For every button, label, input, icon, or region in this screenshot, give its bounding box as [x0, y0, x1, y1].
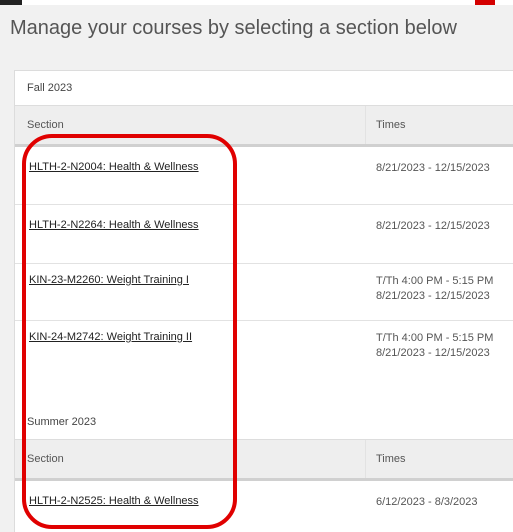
section-link[interactable]: KIN-23-M2260: Weight Training I	[29, 274, 189, 286]
section-link[interactable]: HLTH-2-N2264: Health & Wellness	[29, 219, 199, 231]
page-title: Manage your courses by selecting a secti…	[10, 17, 457, 39]
courses-panel: Fall 2023 Section Times HLTH-2-N2004: He…	[14, 70, 513, 532]
section-times: 8/21/2023 - 12/15/2023	[376, 161, 490, 176]
time-line: T/Th 4:00 PM - 5:15 PM	[376, 275, 494, 287]
term-summer-2023: Summer 2023 Section Times HLTH-2-N2525: …	[15, 405, 513, 532]
term-fall-2023: Fall 2023 Section Times HLTH-2-N2004: He…	[15, 71, 513, 377]
date-line: 8/21/2023 - 12/15/2023	[376, 290, 490, 302]
time-line: T/Th 4:00 PM - 5:15 PM	[376, 332, 494, 344]
table-header: Section Times	[15, 439, 513, 481]
table-row: KIN-23-M2260: Weight Training I T/Th 4:0…	[15, 264, 513, 321]
section-link[interactable]: KIN-24-M2742: Weight Training II	[29, 331, 192, 343]
column-header-section: Section	[27, 119, 64, 131]
section-times: T/Th 4:00 PM - 5:15 PM 8/21/2023 - 12/15…	[376, 274, 493, 304]
top-bar-dark-block	[0, 0, 22, 5]
term-label: Fall 2023	[27, 82, 73, 94]
column-header-times: Times	[365, 440, 513, 478]
column-header-times: Times	[365, 106, 513, 144]
top-bar	[0, 0, 513, 5]
time-line: 8/21/2023 - 12/15/2023	[376, 220, 490, 232]
top-bar-red-block	[475, 0, 495, 5]
date-line: 8/21/2023 - 12/15/2023	[376, 347, 490, 359]
table-header: Section Times	[15, 105, 513, 147]
section-link[interactable]: HLTH-2-N2004: Health & Wellness	[29, 161, 199, 173]
table-row: HLTH-2-N2264: Health & Wellness 8/21/202…	[15, 205, 513, 264]
term-spacer	[15, 377, 513, 405]
table-row: HLTH-2-N2525: Health & Wellness 6/12/202…	[15, 481, 513, 532]
section-times: 6/12/2023 - 8/3/2023	[376, 495, 478, 510]
section-link[interactable]: HLTH-2-N2525: Health & Wellness	[29, 495, 199, 507]
section-times: 8/21/2023 - 12/15/2023	[376, 219, 490, 234]
column-header-section: Section	[27, 453, 64, 465]
section-times: T/Th 4:00 PM - 5:15 PM 8/21/2023 - 12/15…	[376, 331, 493, 361]
time-line: 8/21/2023 - 12/15/2023	[376, 162, 490, 174]
term-label: Summer 2023	[27, 416, 97, 428]
table-row: KIN-24-M2742: Weight Training II T/Th 4:…	[15, 321, 513, 377]
time-line: 6/12/2023 - 8/3/2023	[376, 496, 478, 508]
table-row: HLTH-2-N2004: Health & Wellness 8/21/202…	[15, 147, 513, 205]
